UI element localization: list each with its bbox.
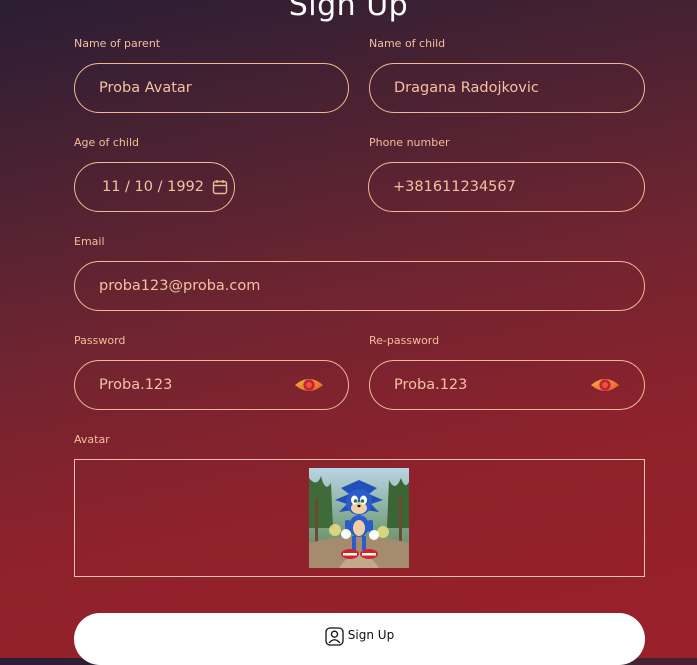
avatar-image[interactable] — [309, 468, 409, 568]
child-age-date-input[interactable]: 11 / 10 / 1992 — [74, 162, 235, 212]
repassword-label: Re-password — [369, 334, 440, 347]
phone-value: +381611234567 — [393, 179, 516, 195]
password-label: Password — [74, 334, 126, 347]
eye-icon[interactable] — [294, 375, 324, 395]
repassword-value: Proba.123 — [394, 377, 468, 393]
child-name-label: Name of child — [369, 37, 446, 50]
parent-name-input[interactable]: Proba Avatar — [74, 63, 349, 113]
user-icon — [325, 627, 344, 646]
email-value: proba123@proba.com — [99, 278, 261, 294]
child-name-input[interactable]: Dragana Radojkovic — [369, 63, 645, 113]
child-age-value: 11 / 10 / 1992 — [102, 179, 205, 195]
page-title: Sign Up — [288, 0, 409, 23]
eye-icon[interactable] — [590, 375, 620, 395]
password-input[interactable]: Proba.123 — [74, 360, 349, 410]
sign-up-button-label: Sign Up — [347, 628, 395, 642]
phone-label: Phone number — [369, 136, 450, 149]
sign-up-button[interactable]: Sign Up — [74, 613, 645, 665]
email-label: Email — [74, 235, 105, 248]
password-value: Proba.123 — [99, 377, 173, 393]
phone-input[interactable]: +381611234567 — [368, 162, 645, 212]
avatar-label: Avatar — [74, 433, 110, 446]
child-age-label: Age of child — [74, 136, 139, 149]
email-input[interactable]: proba123@proba.com — [74, 261, 645, 311]
avatar-picker[interactable] — [74, 459, 645, 577]
calendar-icon[interactable] — [212, 179, 228, 195]
parent-name-value: Proba Avatar — [99, 80, 192, 96]
repassword-input[interactable]: Proba.123 — [369, 360, 645, 410]
child-name-value: Dragana Radojkovic — [394, 80, 539, 96]
parent-name-label: Name of parent — [74, 37, 161, 50]
